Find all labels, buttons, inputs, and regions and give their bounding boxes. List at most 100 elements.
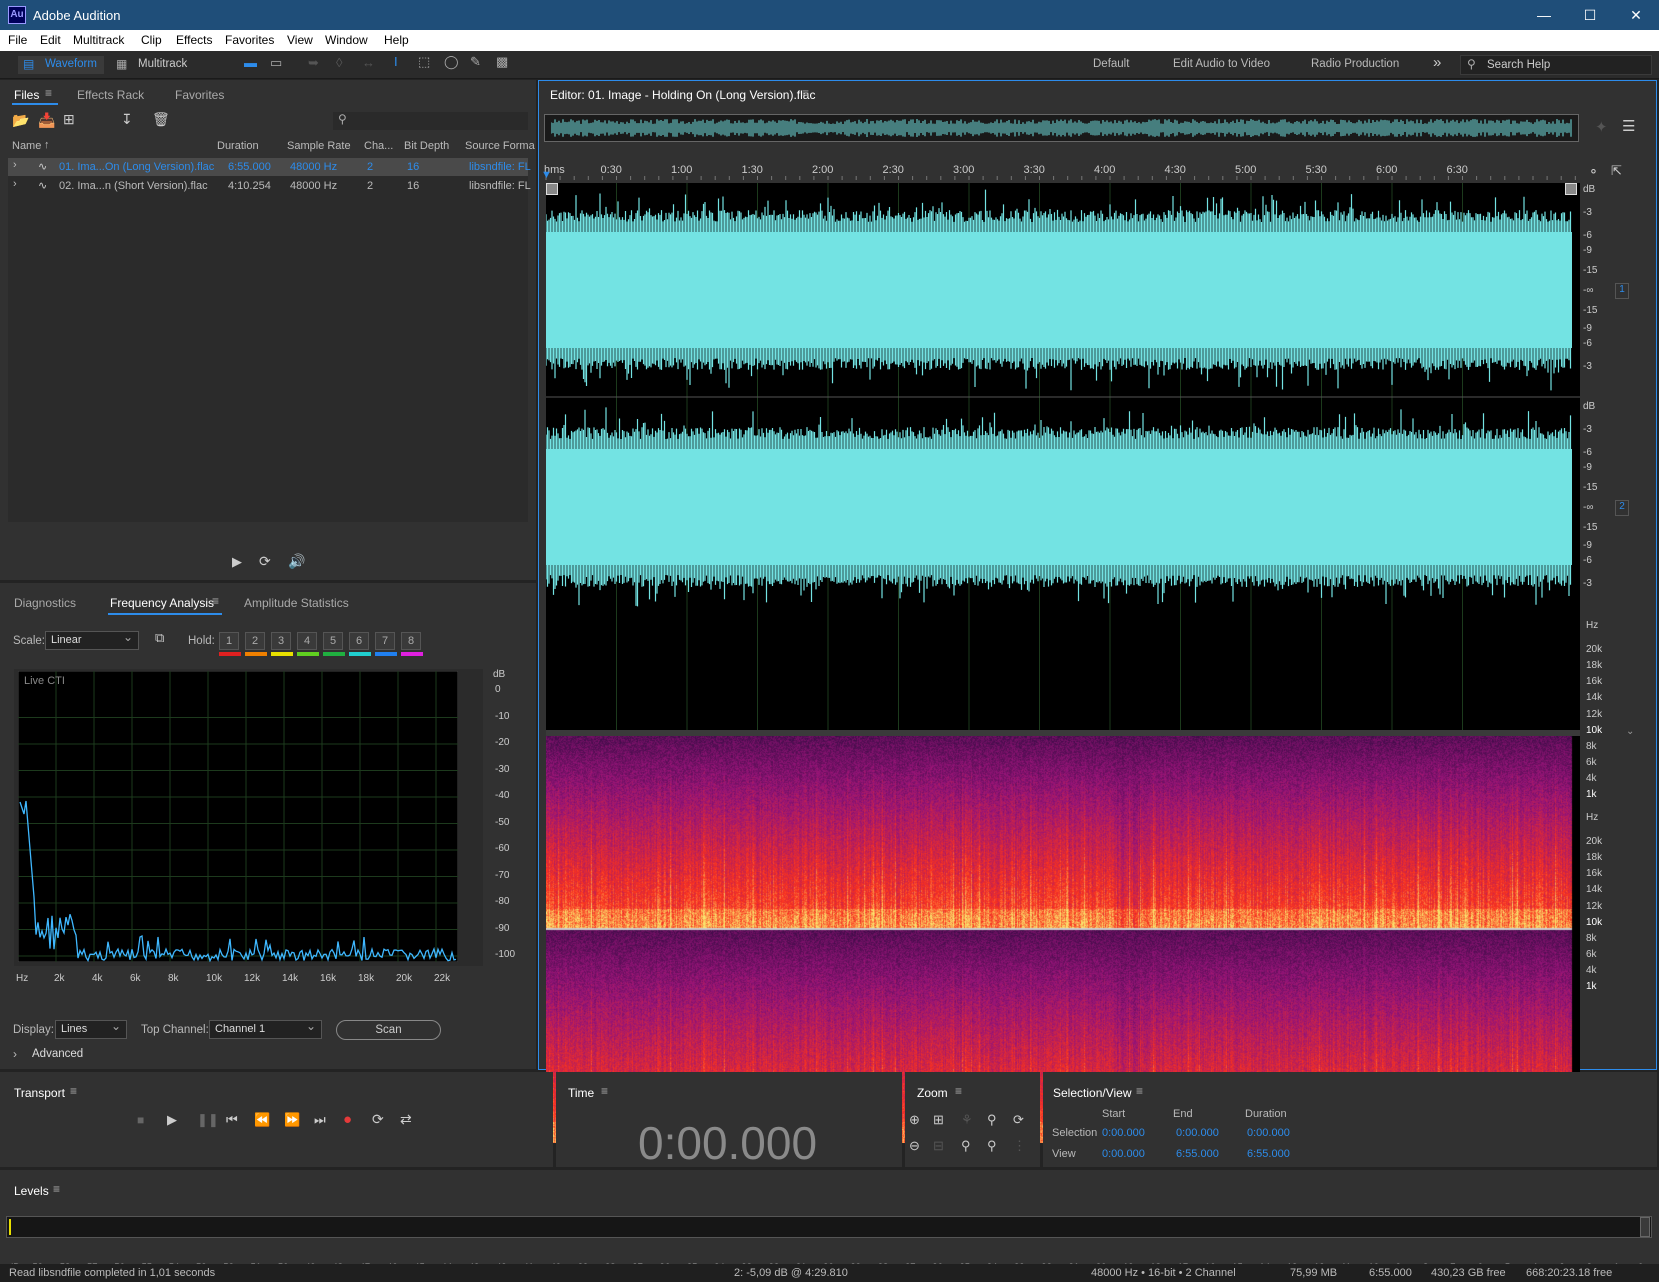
play-icon[interactable]: ▶	[167, 1112, 177, 1128]
hold-button-8[interactable]: 8	[401, 632, 421, 650]
delete-icon[interactable]: 🗑	[152, 111, 170, 128]
loop-preview-icon[interactable]: ⟳	[259, 553, 271, 570]
advanced-chevron-icon[interactable]: ›	[13, 1047, 17, 1061]
channel-1-toggle[interactable]: 1	[1615, 283, 1629, 299]
zoom-in-amplitude-icon[interactable]: ⊕	[909, 1112, 920, 1128]
open-file-icon[interactable]: 📂	[12, 112, 29, 129]
selection-start[interactable]: 0:00.000	[1102, 1127, 1145, 1139]
zoom-in-left-icon[interactable]: ⚲	[987, 1112, 997, 1128]
scan-button[interactable]: Scan	[336, 1020, 441, 1040]
tab-frequency-analysis[interactable]: Frequency Analysis	[110, 596, 214, 610]
razor-tool-icon[interactable]: ◊	[336, 55, 342, 70]
channel-map-icon[interactable]: ☰	[1622, 117, 1635, 135]
scale-select[interactable]: Linear	[45, 630, 139, 650]
zoom-selection-icon[interactable]: ⚘	[961, 1112, 973, 1128]
menu-view[interactable]: View	[287, 33, 313, 47]
menu-help[interactable]: Help	[384, 33, 409, 47]
marquee-tool-icon[interactable]: ⬚	[418, 54, 430, 70]
maximize-icon[interactable]: ☐	[1567, 0, 1613, 30]
advanced-toggle[interactable]: Advanced	[32, 1048, 83, 1060]
menu-file[interactable]: File	[8, 33, 27, 47]
stop-icon[interactable]: ■	[137, 1113, 144, 1127]
record-icon[interactable]: ●	[343, 1111, 352, 1128]
pause-icon[interactable]: ❚❚	[197, 1112, 219, 1128]
tab-amplitude-statistics[interactable]: Amplitude Statistics	[244, 596, 349, 610]
insert-into-multitrack-icon[interactable]: ↧	[121, 111, 133, 128]
hold-button-3[interactable]: 3	[271, 632, 291, 650]
spectral-display-icon[interactable]: ▭	[270, 55, 282, 71]
panel-menu-icon[interactable]: ≡	[1136, 1084, 1143, 1098]
spot-healing-tool-icon[interactable]: ▩	[496, 54, 508, 70]
menu-clip[interactable]: Clip	[141, 33, 162, 47]
waveform-button[interactable]: ▤ Waveform	[18, 56, 104, 74]
panel-menu-icon[interactable]: ≡	[601, 1084, 608, 1098]
overview-bar[interactable]	[544, 114, 1579, 142]
hold-button-4[interactable]: 4	[297, 632, 317, 650]
panel-menu-icon[interactable]: ≡	[53, 1182, 60, 1196]
rewind-icon[interactable]: ⏪	[254, 1112, 270, 1128]
waveform-display[interactable]	[546, 183, 1580, 730]
hold-button-6[interactable]: 6	[349, 632, 369, 650]
minimize-icon[interactable]: —	[1521, 0, 1567, 30]
waveform-editor-icon[interactable]: ▬	[244, 55, 257, 70]
fade-out-handle-icon[interactable]	[1565, 183, 1577, 195]
time-ruler[interactable]: hms 0:30 1:00 1:30 2:00 2:30 3:00 3:30 4:00 4:30 5…	[542, 162, 1579, 180]
panel-menu-icon[interactable]: ≡	[70, 1084, 77, 1098]
multitrack-button[interactable]: ▦ Multitrack	[112, 56, 202, 74]
expand-chevron-icon[interactable]: ›	[13, 178, 17, 190]
menu-edit[interactable]: Edit	[40, 33, 61, 47]
tab-diagnostics[interactable]: Diagnostics	[14, 596, 76, 610]
top-channel-select[interactable]: Channel 1	[209, 1019, 322, 1039]
zoom-out-amplitude-icon[interactable]: ⊖	[909, 1138, 920, 1154]
move-tool-icon[interactable]: ➥	[308, 55, 319, 71]
tab-files[interactable]: Files	[14, 88, 39, 102]
tab-favorites[interactable]: Favorites	[175, 88, 224, 102]
column-sample-rate[interactable]: Sample Rate	[287, 140, 351, 152]
zoom-in-right-icon[interactable]: ⚲	[961, 1138, 971, 1154]
zoom-reset-icon[interactable]: ⟳	[1013, 1112, 1024, 1128]
selection-end[interactable]: 0:00.000	[1176, 1127, 1219, 1139]
zoom-full-amplitude-icon[interactable]: ⋮	[1013, 1138, 1026, 1154]
import-file-icon[interactable]: 📥	[38, 112, 55, 129]
headphones-icon[interactable]: ⚬	[1588, 164, 1599, 180]
loop-playback-icon[interactable]: ⟳	[372, 1111, 384, 1128]
zoom-out-full-icon[interactable]: ✦	[1595, 118, 1608, 136]
play-preview-icon[interactable]: ▶	[232, 554, 242, 570]
hold-button-2[interactable]: 2	[245, 632, 265, 650]
view-start[interactable]: 0:00.000	[1102, 1148, 1145, 1160]
menu-multitrack[interactable]: Multitrack	[73, 33, 124, 47]
menu-effects[interactable]: Effects	[176, 33, 212, 47]
view-end[interactable]: 6:55.000	[1176, 1148, 1219, 1160]
skip-selection-icon[interactable]: ⇄	[400, 1111, 412, 1128]
workspace-default[interactable]: Default	[1093, 58, 1129, 70]
playhead-marker-icon[interactable]: ▼	[541, 169, 552, 181]
fast-forward-icon[interactable]: ⏩	[284, 1112, 300, 1128]
hold-button-5[interactable]: 5	[323, 632, 343, 650]
move-to-end-icon[interactable]: ⏭	[314, 1112, 326, 1128]
fade-in-handle-icon[interactable]	[546, 183, 558, 195]
workspace-radio-production[interactable]: Radio Production	[1311, 58, 1399, 70]
menu-favorites[interactable]: Favorites	[225, 33, 274, 47]
close-icon[interactable]: ✕	[1613, 0, 1659, 30]
clip-indicator[interactable]	[1640, 1217, 1650, 1237]
panel-menu-icon[interactable]: ≡	[212, 594, 219, 608]
panel-menu-icon[interactable]: ≡	[955, 1084, 962, 1098]
more-workspaces-icon[interactable]: »	[1433, 54, 1441, 71]
files-search-field[interactable]: ⚲	[333, 112, 528, 130]
move-to-start-icon[interactable]: ⏮	[226, 1112, 238, 1128]
display-select[interactable]: Lines	[55, 1019, 127, 1039]
column-source-format[interactable]: Source Forma	[465, 140, 535, 152]
collapse-chevron-icon[interactable]: ⌄	[1626, 726, 1634, 737]
brush-tool-icon[interactable]: ✎	[470, 54, 481, 70]
expand-chevron-icon[interactable]: ›	[13, 159, 17, 171]
tab-effects-rack[interactable]: Effects Rack	[77, 88, 144, 102]
new-file-icon[interactable]: ⊞	[63, 111, 75, 128]
pin-icon[interactable]: ⇱	[1611, 163, 1622, 179]
table-row[interactable]: › ∿ 02. Ima...n (Short Version).flac 4:1…	[8, 177, 531, 195]
copy-graph-icon[interactable]: ⧉	[155, 630, 164, 646]
workspace-edit-audio-to-video[interactable]: Edit Audio to Video	[1173, 58, 1270, 70]
auto-play-icon[interactable]: 🔊	[288, 553, 305, 570]
lasso-tool-icon[interactable]: ◯	[444, 54, 459, 70]
zoom-out-time-icon[interactable]: ⊟	[933, 1138, 944, 1154]
zoom-in-time-icon[interactable]: ⊞	[933, 1112, 944, 1128]
